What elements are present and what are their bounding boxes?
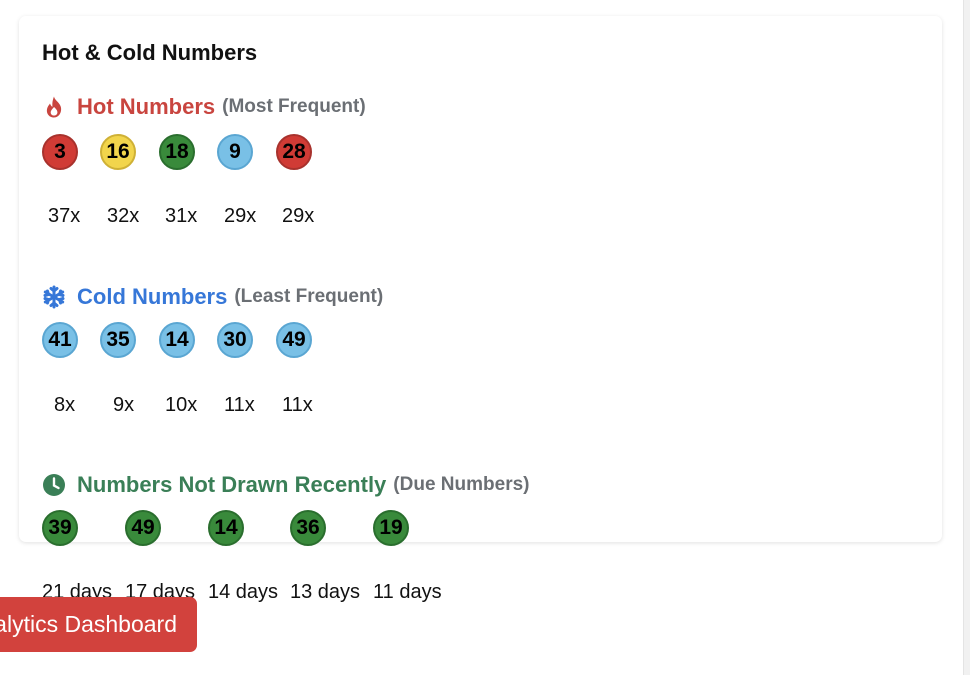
days-since-label: 13 days — [290, 581, 361, 603]
number-ball: 35 — [100, 322, 136, 358]
number-ball: 49 — [125, 510, 161, 546]
number-ball: 49 — [276, 322, 312, 358]
days-since-label: 11 days — [373, 581, 442, 603]
number-ball: 36 — [290, 510, 326, 546]
frequency-count: 10x — [165, 394, 198, 416]
cold-numbers-header: Cold Numbers (Least Frequent) — [42, 284, 383, 310]
due-numbers-title: Numbers Not Drawn Recently — [77, 472, 387, 497]
number-ball: 9 — [217, 134, 253, 170]
number-ball: 3 — [42, 134, 78, 170]
number-ball: 14 — [159, 322, 195, 358]
number-ball: 41 — [42, 322, 78, 358]
analytics-dashboard-button[interactable]: Analytics Dashboard — [0, 597, 197, 652]
scrollbar-track[interactable] — [963, 0, 970, 675]
number-ball: 16 — [100, 134, 136, 170]
fire-icon — [42, 95, 66, 119]
number-ball: 28 — [276, 134, 312, 170]
frequency-count: 29x — [282, 205, 315, 227]
due-numbers-header: Numbers Not Drawn Recently (Due Numbers) — [42, 472, 529, 498]
frequency-count: 11x — [282, 394, 313, 416]
number-ball: 18 — [159, 134, 195, 170]
hot-cold-card: Hot & Cold Numbers Hot Numbers (Most Fre… — [19, 16, 942, 546]
hot-numbers-subtitle: (Most Frequent) — [222, 96, 366, 117]
number-ball: 39 — [42, 510, 78, 546]
frequency-count: 8x — [54, 394, 76, 416]
frequency-count: 9x — [113, 394, 135, 416]
days-since-label: 14 days — [208, 581, 279, 603]
frequency-count: 29x — [224, 205, 257, 227]
frequency-count: 37x — [48, 205, 81, 227]
clock-icon — [42, 473, 66, 497]
card-title: Hot & Cold Numbers — [42, 40, 258, 65]
number-ball: 14 — [208, 510, 244, 546]
number-ball: 30 — [217, 322, 253, 358]
frequency-count: 11x — [224, 394, 255, 416]
frequency-count: 31x — [165, 205, 198, 227]
snowflake-icon — [42, 285, 66, 309]
hot-numbers-title: Hot Numbers — [77, 94, 216, 119]
cold-numbers-subtitle: (Least Frequent) — [234, 286, 384, 307]
due-numbers-subtitle: (Due Numbers) — [393, 474, 530, 495]
hot-numbers-header: Hot Numbers (Most Frequent) — [42, 94, 366, 120]
frequency-count: 32x — [107, 205, 140, 227]
cold-numbers-title: Cold Numbers — [77, 284, 228, 309]
number-ball: 19 — [373, 510, 409, 546]
